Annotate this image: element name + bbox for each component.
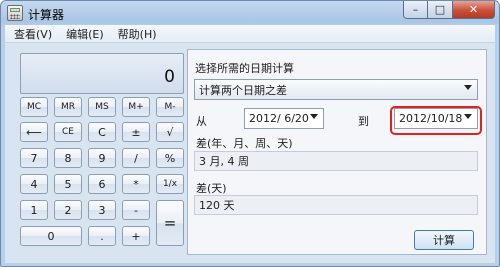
title-bar[interactable]: 计算器 – □ ✕ [1, 1, 499, 25]
date-calculation-panel: 选择所需的日期计算 计算两个日期之差 从 2012/ 6/20 到 2012/1… [187, 49, 487, 255]
key-4[interactable]: 4 [20, 174, 48, 194]
key-backspace[interactable]: ⟵ [20, 122, 48, 142]
panel-title: 选择所需的日期计算 [195, 62, 294, 75]
from-label: 从 [196, 115, 207, 128]
key-9[interactable]: 9 [88, 148, 116, 168]
key-m-minus[interactable]: M- [156, 97, 184, 117]
key-multiply[interactable]: * [122, 174, 150, 194]
to-label: 到 [358, 115, 369, 128]
key-percent[interactable]: % [156, 148, 184, 168]
menu-edit[interactable]: 编辑(E) [66, 26, 104, 42]
window-title: 计算器 [28, 8, 65, 22]
key-1[interactable]: 1 [20, 200, 48, 220]
minimize-button[interactable]: – [403, 1, 428, 19]
from-date-arrow-icon [310, 114, 318, 119]
key-ms[interactable]: MS [88, 97, 116, 117]
key-sqrt[interactable]: √ [156, 122, 184, 142]
to-date-highlight [390, 106, 482, 135]
key-mr[interactable]: MR [54, 97, 82, 117]
key-ce[interactable]: CE [54, 122, 82, 142]
key-m-plus[interactable]: M+ [122, 97, 150, 117]
key-decimal[interactable]: . [88, 226, 116, 246]
difference-label: 差(年、月、周、天) [196, 137, 293, 150]
calculator-display: 0 [20, 53, 184, 94]
close-button[interactable]: ✕ [453, 1, 495, 19]
maximize-button[interactable]: □ [428, 1, 453, 19]
from-date-value: 2012/ 6/20 [249, 112, 309, 125]
key-equals[interactable]: = [156, 200, 184, 246]
dropdown-arrow-icon [464, 85, 472, 90]
client-area: 0 MC MR MS M+ M- ⟵ CE C ± √ 7 8 9 / % 4 … [5, 43, 495, 263]
display-value: 0 [164, 67, 175, 87]
calculation-mode-value: 计算两个日期之差 [199, 83, 287, 97]
key-clear[interactable]: C [88, 122, 116, 142]
days-difference-output: 120 天 [194, 195, 478, 215]
key-negate[interactable]: ± [122, 122, 150, 142]
key-6[interactable]: 6 [88, 174, 116, 194]
days-difference-label: 差(天) [196, 182, 227, 195]
menu-view[interactable]: 查看(V) [14, 26, 52, 42]
key-add[interactable]: + [122, 226, 150, 246]
key-3[interactable]: 3 [88, 200, 116, 220]
key-0[interactable]: 0 [20, 226, 82, 246]
from-date-picker[interactable]: 2012/ 6/20 [244, 108, 324, 129]
key-reciprocal[interactable]: 1/x [156, 174, 184, 194]
calculate-button[interactable]: 计算 [414, 230, 474, 250]
key-5[interactable]: 5 [54, 174, 82, 194]
key-divide[interactable]: / [122, 148, 150, 168]
key-mc[interactable]: MC [20, 97, 48, 117]
key-7[interactable]: 7 [20, 148, 48, 168]
menu-help[interactable]: 帮助(H) [118, 26, 157, 42]
key-subtract[interactable]: - [122, 200, 150, 220]
calculation-mode-dropdown[interactable]: 计算两个日期之差 [194, 79, 478, 100]
key-8[interactable]: 8 [54, 148, 82, 168]
menu-bar: 查看(V) 编辑(E) 帮助(H) [5, 25, 495, 43]
calculator-window: 计算器 – □ ✕ 查看(V) 编辑(E) 帮助(H) 0 MC MR MS M… [0, 0, 500, 267]
key-2[interactable]: 2 [54, 200, 82, 220]
difference-output: 3 月, 4 周 [194, 151, 478, 171]
calculator-app-icon [7, 5, 23, 21]
